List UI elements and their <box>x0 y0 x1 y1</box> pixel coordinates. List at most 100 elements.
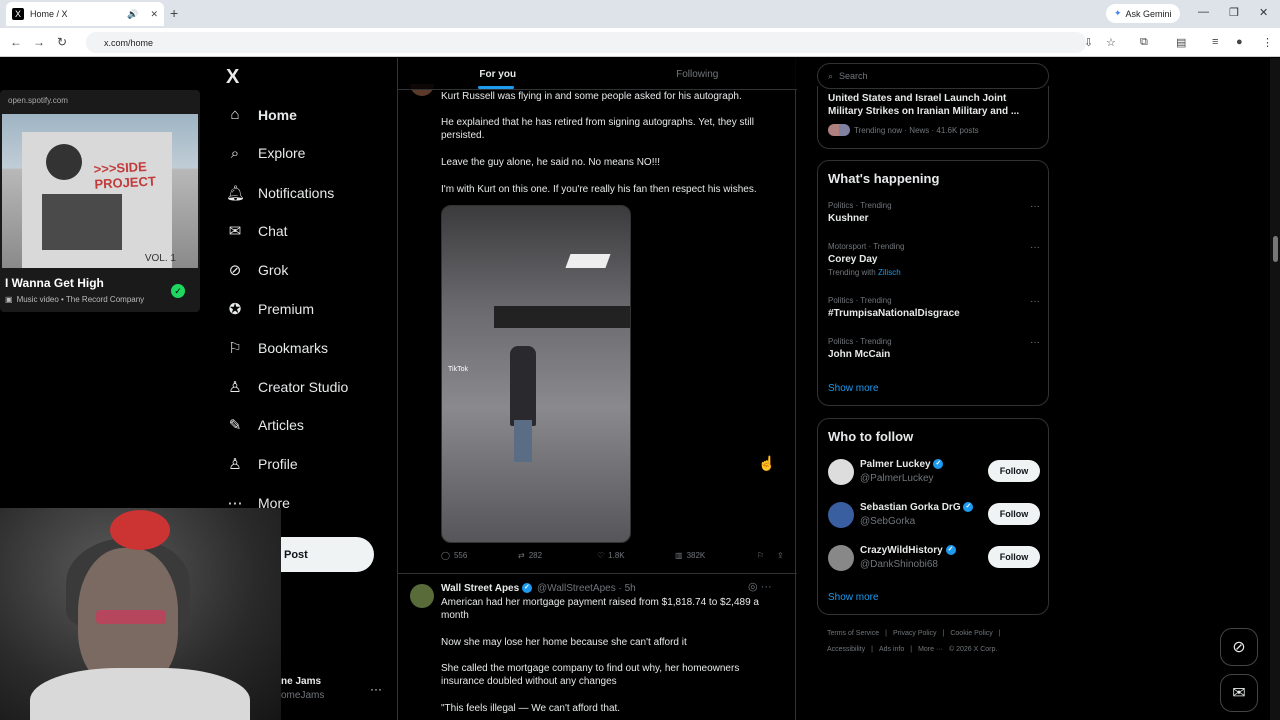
bookmark-icon: ⚐ <box>228 339 242 357</box>
close-window-icon[interactable]: ✕ <box>1259 6 1268 19</box>
scrollbar-thumb[interactable] <box>1273 236 1278 262</box>
nav-item-bookmarks[interactable]: ⚐ Bookmarks <box>226 339 328 357</box>
follow-button[interactable]: Follow <box>988 503 1040 525</box>
nav-item-grok[interactable]: ⊘ Grok <box>226 261 289 279</box>
saved-check-icon[interactable]: ✓ <box>171 284 185 298</box>
new-tab-button[interactable]: + <box>170 5 178 21</box>
footer-link[interactable]: Accessibility <box>827 646 865 653</box>
spotify-miniplayer[interactable]: open.spotify.com >>>SIDE PROJECT VOL. 1 … <box>0 90 200 312</box>
trend-category: Motorsport · Trending <box>828 242 905 251</box>
close-tab-icon[interactable]: ✕ <box>150 9 158 20</box>
nav-item-premium[interactable]: ✪ Premium <box>226 300 314 318</box>
follow-handle: @DankShinobi68 <box>860 559 938 570</box>
restore-icon[interactable]: ❐ <box>1229 6 1239 19</box>
post-avatar[interactable] <box>410 584 434 608</box>
show-more-trends[interactable]: Show more <box>828 383 879 394</box>
verified-icon: ✓ <box>945 545 956 556</box>
repost-count: 282 <box>528 551 543 560</box>
back-icon[interactable]: ← <box>10 35 22 49</box>
nav-item-label: Articles <box>258 417 304 434</box>
trend-more-icon[interactable]: ··· <box>1030 296 1040 307</box>
avatar[interactable] <box>828 502 854 528</box>
browser-tab[interactable]: X Home / X 🔊 ✕ <box>6 2 164 26</box>
follow-name[interactable]: Sebastian Gorka DrG ✓ <box>860 502 974 513</box>
menu-icon[interactable]: ⋮ <box>1262 36 1273 49</box>
scrollbar[interactable] <box>1270 58 1280 720</box>
star-icon[interactable]: ☆ <box>1106 36 1116 49</box>
footer-link[interactable]: Ads info <box>879 646 904 653</box>
account-more-icon[interactable]: ··· <box>370 682 382 696</box>
views-button[interactable]: ▥ 382K <box>675 551 757 560</box>
song-title[interactable]: I Wanna Get High <box>5 276 104 290</box>
follow-name[interactable]: CrazyWildHistory ✓ <box>860 545 956 556</box>
nav-item-creator-studio[interactable]: ♙ Creator Studio <box>226 378 348 396</box>
install-icon[interactable]: ⇩ <box>1084 36 1093 49</box>
footer-separator: | <box>942 630 945 637</box>
footer-link[interactable]: © 2026 X Corp. <box>949 646 997 653</box>
footer-link[interactable]: More ··· <box>918 646 943 653</box>
trend-item[interactable]: Motorsport · Trending Corey Day Trending w… <box>828 242 1040 277</box>
search-icon: ⌕ <box>230 144 240 162</box>
tab-for-you[interactable]: For you <box>398 58 598 89</box>
nav-item-notifications[interactable]: 🔔︎ Notifications <box>226 184 334 202</box>
post-button[interactable]: Post <box>281 537 374 572</box>
trend-more-icon[interactable]: ··· <box>1030 337 1040 348</box>
post-handle: @WallStreetApes · 5h <box>537 583 636 594</box>
address-bar[interactable]: x.com/home <box>86 32 1086 53</box>
reload-icon[interactable]: ↻ <box>57 35 67 49</box>
bookmark-icon[interactable]: ⚐ <box>757 551 777 560</box>
post[interactable]: Wall Street Apes ✓ @WallStreetApes · 5h … <box>398 573 797 720</box>
follow-button[interactable]: Follow <box>988 460 1040 482</box>
ask-gemini-button[interactable]: ✦ Ask Gemini <box>1106 4 1180 23</box>
nav-item-home[interactable]: ⌂ Home <box>226 106 296 123</box>
reply-button[interactable]: ◯ 556 <box>441 551 518 560</box>
ask-gemini-label: Ask Gemini <box>1125 8 1172 19</box>
nav-item-explore[interactable]: ⌕ Explore <box>226 144 306 162</box>
sidepanel-icon[interactable]: ▤ <box>1176 36 1186 49</box>
footer-link[interactable]: Privacy Policy <box>893 630 937 637</box>
nav-item-profile[interactable]: ♙ Profile <box>226 455 297 473</box>
follow-button[interactable]: Follow <box>988 546 1040 568</box>
nav-item-articles[interactable]: ✎ Articles <box>226 416 304 434</box>
follow-suggestion[interactable]: Palmer Luckey ✓ @PalmerLuckey Follow <box>828 457 1040 491</box>
footer-link[interactable]: Terms of Service <box>827 630 879 637</box>
share-icon[interactable]: ⇪ <box>777 551 784 560</box>
media-icon[interactable]: ≡ <box>1212 36 1218 48</box>
profile-avatar-icon[interactable]: ● <box>1236 36 1243 48</box>
trend-item[interactable]: Politics · Trending John McCain ··· <box>828 337 1040 360</box>
nav-item-chat[interactable]: ✉ Chat <box>226 222 288 240</box>
account-name[interactable]: ne Jams <box>281 676 321 687</box>
trend-more-icon[interactable]: ··· <box>1030 242 1040 253</box>
trend-item[interactable]: Politics · Trending #TrumpisaNationalDisg… <box>828 296 1040 319</box>
avatar[interactable] <box>828 459 854 485</box>
news-trend-card[interactable]: United States and Israel Launch Joint Mi… <box>817 86 1049 149</box>
x-logo[interactable]: X <box>226 66 239 89</box>
tab-following[interactable]: Following <box>598 58 798 89</box>
trend-more-icon[interactable]: ··· <box>1030 201 1040 212</box>
like-button[interactable]: ♡ 1.8K <box>597 551 675 560</box>
minimize-icon[interactable]: — <box>1198 6 1209 18</box>
verified-icon: ✓ <box>521 583 532 594</box>
search-input[interactable]: ⌕ Search <box>817 63 1049 89</box>
post-text-line: Kurt Russell was flying in and some peop… <box>441 91 742 102</box>
post-more-icon[interactable]: ◎ ··· <box>748 580 772 593</box>
timeline-tabs: For you Following <box>398 58 797 90</box>
speaker-icon[interactable]: 🔊 <box>127 9 138 20</box>
avatar[interactable] <box>828 545 854 571</box>
follow-suggestion[interactable]: CrazyWildHistory ✓ @DankShinobi68 Follow <box>828 543 1040 577</box>
repost-button[interactable]: ⇄ 282 <box>518 551 597 560</box>
news-headline[interactable]: United States and Israel Launch Joint Mi… <box>828 92 1038 118</box>
follow-name[interactable]: Palmer Luckey ✓ <box>860 459 944 470</box>
trend-item[interactable]: Politics · Trending Kushner ··· <box>828 201 1040 224</box>
show-more-follows[interactable]: Show more <box>828 592 879 603</box>
song-meta: ▣ Music video • The Record Company <box>5 295 144 304</box>
forward-icon[interactable]: → <box>33 35 45 49</box>
post-author[interactable]: Wall Street Apes ✓ <box>441 583 532 594</box>
trend-sub-link[interactable]: Zilisch <box>878 268 901 277</box>
extensions-icon[interactable]: ⧉ <box>1140 36 1148 49</box>
post-video[interactable]: TikTok <box>441 205 631 543</box>
messages-fab-button[interactable]: ✉ <box>1220 674 1258 712</box>
grok-fab-button[interactable]: ⊘ <box>1220 628 1258 666</box>
follow-suggestion[interactable]: Sebastian Gorka DrG ✓ @SebGorka Follow <box>828 500 1040 534</box>
footer-link[interactable]: Cookie Policy <box>950 630 992 637</box>
